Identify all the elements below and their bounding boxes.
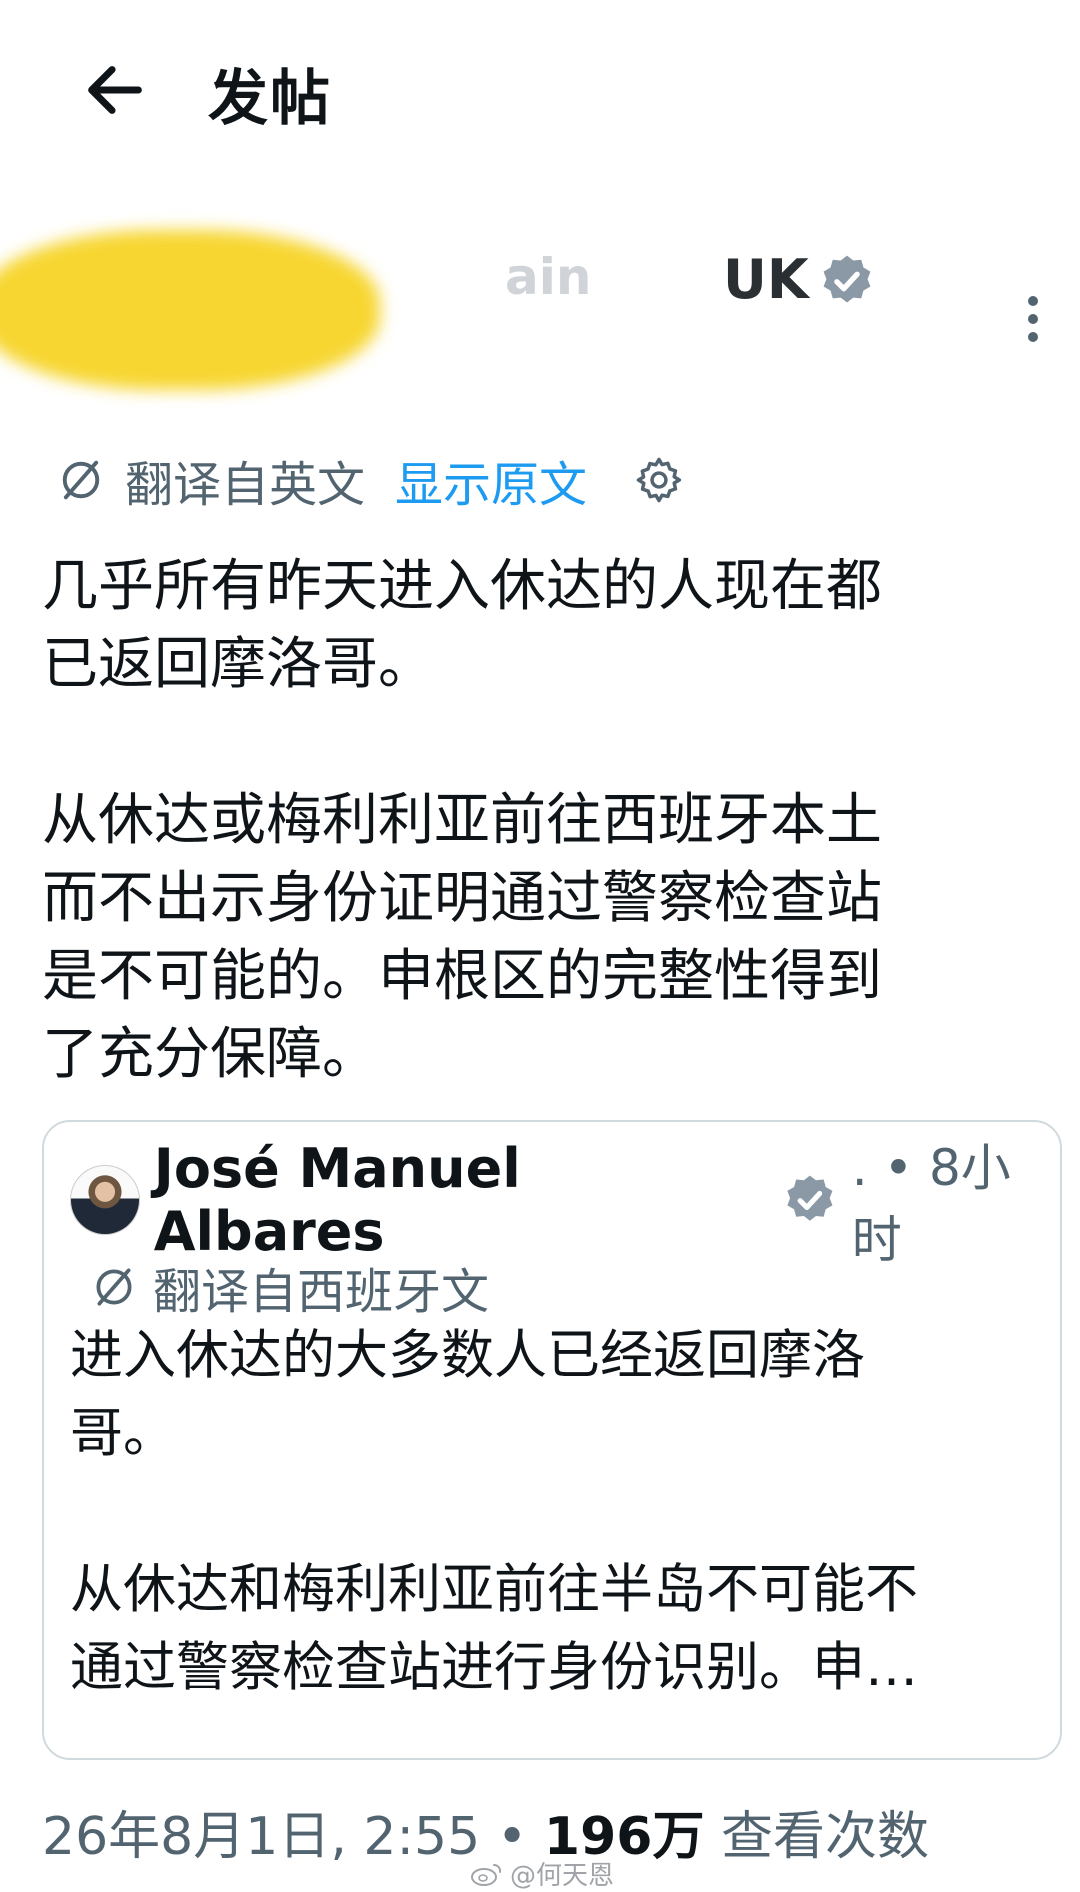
translate-icon <box>96 1268 132 1306</box>
weibo-icon <box>471 1863 502 1886</box>
more-dot <box>1028 332 1038 342</box>
verified-badge-icon <box>823 255 871 303</box>
redaction-scribble <box>0 230 380 390</box>
author-row: ain UK <box>0 210 1080 390</box>
more-vertical-icon <box>1028 296 1038 306</box>
quoted-translated-from-label: 翻译自西班牙文 <box>153 1264 490 1320</box>
translate-icon <box>62 460 100 500</box>
top-bar: 发帖 <box>0 0 1080 170</box>
more-dot <box>1028 314 1038 324</box>
verified-badge-icon <box>787 1175 833 1221</box>
post-paragraph: 从休达或梅利利亚前往西班牙本土 而不出示身份证明通过警察检查站 是不可能的。申根… <box>42 788 882 1087</box>
gear-icon[interactable] <box>633 454 685 506</box>
avatar[interactable] <box>70 1165 140 1235</box>
quoted-paragraph: 从休达和梅利利亚前往半岛不可能不 通过警察检查站进行身份识别。申… <box>70 1559 918 1698</box>
show-original-link[interactable]: 显示原文 <box>395 445 587 515</box>
watermark-text: @何天恩 <box>510 1861 615 1891</box>
views-label: 查看次数 <box>704 1807 929 1867</box>
quoted-post-header: José Manuel Albares . • 8小时 <box>70 1137 1060 1269</box>
arrow-left-icon[interactable] <box>80 55 150 125</box>
post-timestamp[interactable]: 26年8月1日, 2:55 <box>42 1807 480 1867</box>
post-paragraph: 几乎所有昨天进入休达的人现在都 已返回摩洛哥。 <box>42 554 882 697</box>
post-text: 几乎所有昨天进入休达的人现在都 已返回摩洛哥。 从休达或梅利利亚前往西班牙本土 … <box>42 548 1022 1094</box>
quoted-translation-row: 翻译自西班牙文 <box>89 1252 489 1322</box>
page-title: 发帖 <box>208 64 332 134</box>
quoted-author-name[interactable]: José Manuel Albares <box>154 1137 768 1263</box>
quoted-post-card[interactable]: José Manuel Albares . • 8小时 翻译自西班牙文 进入休达… <box>42 1120 1062 1760</box>
translated-from-label: 翻译自英文 <box>125 457 366 513</box>
quoted-post-text: 进入休达的大多数人已经返回摩洛 哥。 从休达和梅利利亚前往半岛不可能不 通过警察… <box>70 1317 1040 1707</box>
quoted-post-time: . • 8小时 <box>851 1139 1011 1269</box>
quoted-paragraph: 进入休达的大多数人已经返回摩洛 哥。 <box>70 1325 865 1464</box>
translation-row: 翻译自英文 显示原文 <box>55 445 685 515</box>
more-options-button[interactable] <box>1018 290 1048 380</box>
watermark: @何天恩 <box>470 1855 614 1892</box>
author-name[interactable]: UK <box>723 248 809 311</box>
author-name-faded: ain <box>505 248 592 306</box>
